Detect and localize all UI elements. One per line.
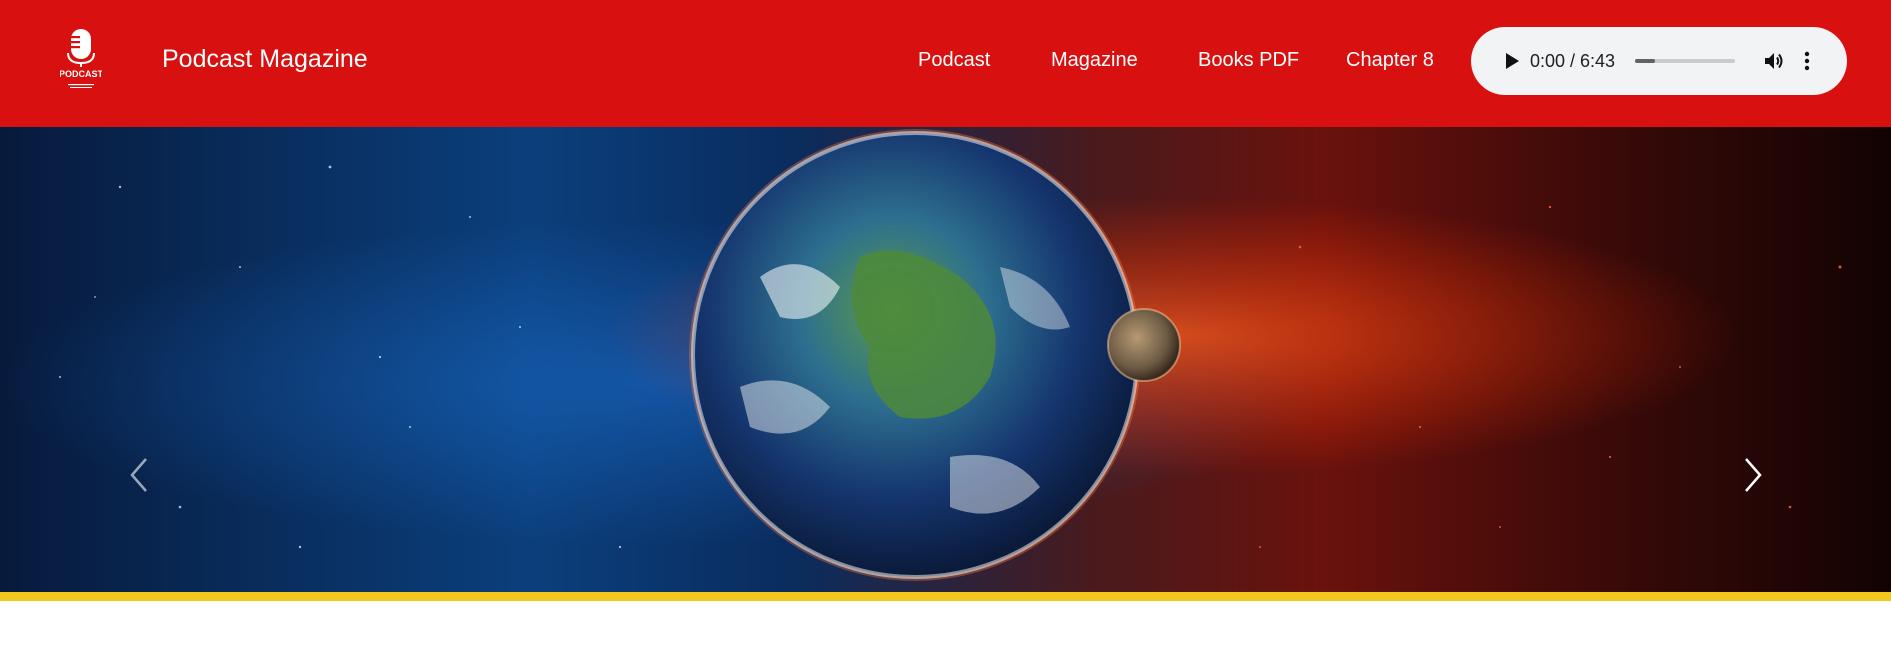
more-vertical-icon[interactable] [1800,49,1814,73]
chevron-right-icon[interactable] [1738,453,1768,497]
site-header: PODCAST Podcast Magazine Podcast Magazin… [0,0,1891,127]
logo-text: PODCAST [60,69,102,79]
content-area [0,601,1891,651]
nav-magazine[interactable]: Magazine [1051,48,1138,72]
play-icon[interactable] [1499,49,1523,73]
audio-player: 0:00 / 6:43 [1471,27,1847,95]
chevron-left-icon[interactable] [124,453,154,497]
progress-slider[interactable] [1635,59,1735,63]
player-time: 0:00 / 6:43 [1530,51,1616,71]
accent-bar [0,592,1891,601]
volume-icon[interactable] [1762,49,1786,73]
progress-fill [1635,59,1655,63]
podcast-logo[interactable]: PODCAST [60,26,102,90]
site-title[interactable]: Podcast Magazine [162,44,368,74]
nav-chapter-8[interactable]: Chapter 8 [1346,48,1434,72]
hero-carousel [0,127,1891,592]
hero-image [0,127,1891,592]
nav-books-pdf[interactable]: Books PDF [1198,48,1299,72]
nav-podcast[interactable]: Podcast [918,48,990,72]
